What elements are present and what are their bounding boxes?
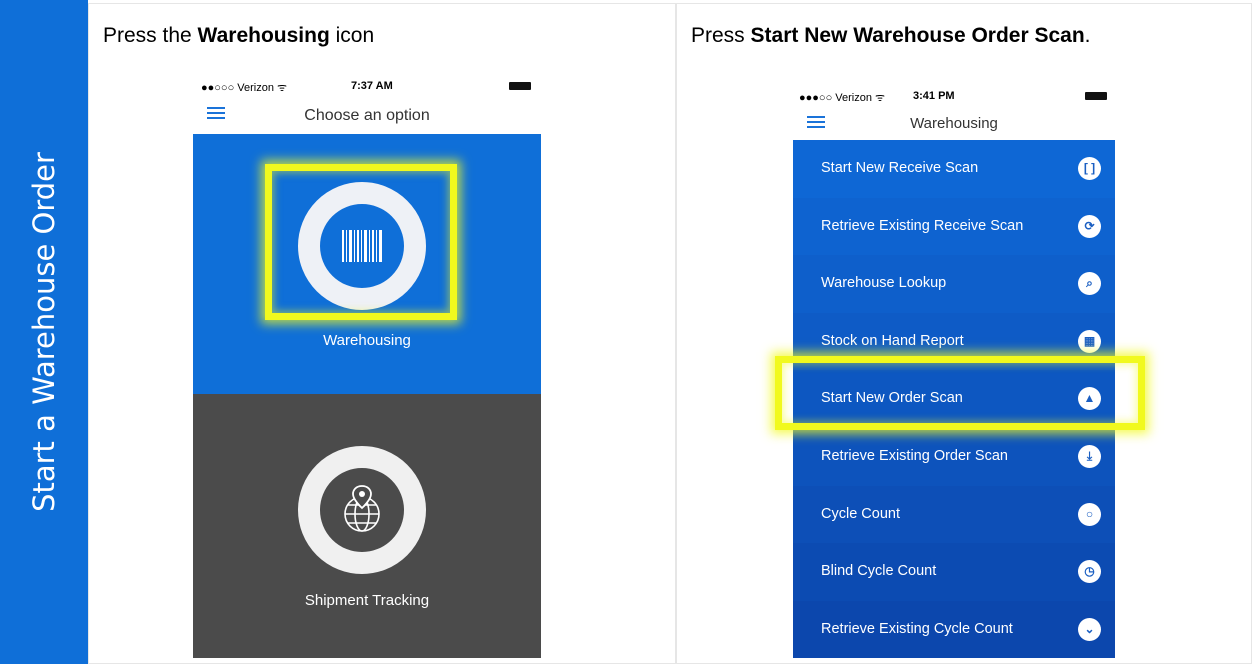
phone-screenshot-home: ●●○○○ Verizon ᯤ 7:37 AM Choose an option [193,74,541,658]
instruction-text: Press the [103,24,198,47]
menu-item-label: Blind Cycle Count [821,563,937,580]
highlight-box [265,164,457,320]
instruction-bold-text: Start New Warehouse Order Scan [750,24,1085,47]
battery-icon [1085,92,1107,100]
menu-item[interactable]: Warehouse Lookup ⌕ [793,255,1115,314]
menu-item-label: Retrieve Existing Receive Scan [821,217,1024,234]
globe-pin-icon [344,485,380,532]
nav-bar: Choose an option [193,96,541,134]
circle-icon: ○ [1078,502,1101,526]
clock-label: 7:37 AM [351,80,393,92]
step-cell-right: Press Start New Warehouse Order Scan. ●●… [676,3,1252,664]
sidebar-title: Start a Warehouse Order [27,152,61,512]
chevron-circle-icon: ⌄ [1078,617,1101,641]
refresh-icon: ⟳ [1078,214,1101,238]
grid-icon: ▦ [1078,329,1101,353]
menu-item[interactable]: Retrieve Existing Cycle Count ⌄ [793,600,1115,658]
instruction-left: Press the Warehousing icon [103,24,374,48]
nav-title: Warehousing [910,115,998,132]
search-icon: ⌕ [1078,272,1101,296]
menu-item[interactable]: Retrieve Existing Receive Scan ⟳ [793,197,1115,256]
menu-item-label: Warehouse Lookup [821,275,947,292]
clock-icon: ◷ [1078,560,1101,584]
instruction-text: . [1084,24,1091,47]
carrier-label: ●●○○○ Verizon ᯤ [201,82,288,94]
status-bar: ●●●○○ Verizon ᯤ 3:41 PM [793,84,1115,106]
menu-item-label: Stock on Hand Report [821,332,964,349]
instruction-text: Press [691,24,751,47]
menu-item[interactable]: Cycle Count ○ [793,485,1115,544]
instruction-right: Press Start New Warehouse Order Scan. [691,24,1091,48]
warehousing-tile[interactable]: Warehousing [193,134,541,394]
bracket-scan-icon: [ ] [1078,157,1101,180]
carrier-label: ●●●○○ Verizon ᯤ [799,92,886,104]
highlight-box [775,356,1145,430]
menu-item-label: Retrieve Existing Cycle Count [821,620,1013,637]
shipment-ring [298,446,426,574]
download-icon: ⤓ [1078,445,1101,468]
nav-title: Choose an option [304,107,430,124]
step-cell-left: Press the Warehousing icon ●●○○○ Verizon… [88,3,676,664]
shipment-tracking-tile[interactable]: Shipment Tracking [193,394,541,658]
menu-item[interactable]: Blind Cycle Count ◷ [793,543,1115,602]
clock-label: 3:41 PM [913,90,955,102]
nav-bar: Warehousing [793,106,1115,140]
menu-item[interactable]: Start New Receive Scan [ ] [793,140,1115,198]
menu-item-label: Start New Receive Scan [821,160,979,176]
menu-item-label: Cycle Count [821,505,900,522]
sidebar-banner: Start a Warehouse Order [0,0,88,664]
battery-icon [509,82,531,90]
shipment-tracking-label: Shipment Tracking [304,592,430,609]
status-bar: ●●○○○ Verizon ᯤ 7:37 AM [193,74,541,96]
warehousing-label: Warehousing [323,332,411,349]
menu-item-label: Retrieve Existing Order Scan [821,448,1008,464]
instruction-bold-text: Warehousing [197,24,330,47]
instruction-text: icon [329,24,375,47]
menu-item[interactable]: Retrieve Existing Order Scan ⤓ [793,428,1115,486]
